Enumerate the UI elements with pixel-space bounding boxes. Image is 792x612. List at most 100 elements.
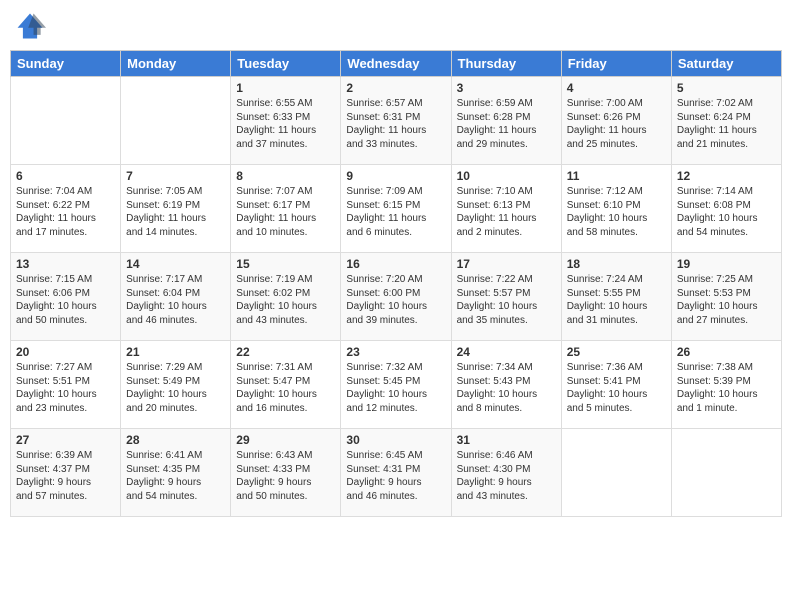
day-number: 21 xyxy=(126,345,225,359)
day-info: Sunrise: 7:29 AM Sunset: 5:49 PM Dayligh… xyxy=(126,361,225,415)
calendar-day-cell: 14 Sunrise: 7:17 AM Sunset: 6:04 PM Dayli… xyxy=(121,253,231,341)
day-number: 5 xyxy=(677,81,776,95)
day-number: 19 xyxy=(677,257,776,271)
calendar-day-cell: 20 Sunrise: 7:27 AM Sunset: 5:51 PM Dayli… xyxy=(11,341,121,429)
day-of-week-header: Sunday xyxy=(11,51,121,77)
day-info: Sunrise: 6:43 AM Sunset: 4:33 PM Dayligh… xyxy=(236,449,335,503)
day-info: Sunrise: 7:25 AM Sunset: 5:53 PM Dayligh… xyxy=(677,273,776,327)
day-number: 28 xyxy=(126,433,225,447)
calendar-day-cell: 10 Sunrise: 7:10 AM Sunset: 6:13 PM Dayli… xyxy=(451,165,561,253)
calendar-day-cell xyxy=(11,77,121,165)
day-of-week-header: Monday xyxy=(121,51,231,77)
calendar-day-cell: 9 Sunrise: 7:09 AM Sunset: 6:15 PM Daylig… xyxy=(341,165,451,253)
day-info: Sunrise: 7:24 AM Sunset: 5:55 PM Dayligh… xyxy=(567,273,666,327)
page-header xyxy=(10,10,782,42)
calendar-day-cell: 16 Sunrise: 7:20 AM Sunset: 6:00 PM Dayli… xyxy=(341,253,451,341)
calendar-day-cell: 23Sunrise: 7:32 AM Sunset: 5:45 PM Dayli… xyxy=(341,341,451,429)
calendar-week-row: 6 Sunrise: 7:04 AM Sunset: 6:22 PM Daylig… xyxy=(11,165,782,253)
day-info: Sunrise: 7:19 AM Sunset: 6:02 PM Dayligh… xyxy=(236,273,335,327)
calendar-day-cell: 11 Sunrise: 7:12 AM Sunset: 6:10 PM Dayli… xyxy=(561,165,671,253)
calendar-week-row: 27 Sunrise: 6:39 AM Sunset: 4:37 PM Dayli… xyxy=(11,429,782,517)
day-number: 11 xyxy=(567,169,666,183)
day-number: 27 xyxy=(16,433,115,447)
day-info: Sunrise: 6:41 AM Sunset: 4:35 PM Dayligh… xyxy=(126,449,225,503)
calendar-table: SundayMondayTuesdayWednesdayThursdayFrid… xyxy=(10,50,782,517)
day-info: Sunrise: 6:39 AM Sunset: 4:37 PM Dayligh… xyxy=(16,449,115,503)
day-number: 17 xyxy=(457,257,556,271)
calendar-day-cell: 28 Sunrise: 6:41 AM Sunset: 4:35 PM Dayli… xyxy=(121,429,231,517)
day-of-week-header: Friday xyxy=(561,51,671,77)
day-info: Sunrise: 6:57 AM Sunset: 6:31 PM Dayligh… xyxy=(346,97,445,151)
day-info: Sunrise: 6:46 AM Sunset: 4:30 PM Dayligh… xyxy=(457,449,556,503)
day-number: 3 xyxy=(457,81,556,95)
calendar-day-cell: 4Sunrise: 7:00 AM Sunset: 6:26 PM Daylig… xyxy=(561,77,671,165)
day-of-week-header: Wednesday xyxy=(341,51,451,77)
logo xyxy=(14,10,50,42)
calendar-day-cell: 30 Sunrise: 6:45 AM Sunset: 4:31 PM Dayli… xyxy=(341,429,451,517)
day-info: Sunrise: 6:55 AM Sunset: 6:33 PM Dayligh… xyxy=(236,97,335,151)
calendar-day-cell: 6 Sunrise: 7:04 AM Sunset: 6:22 PM Daylig… xyxy=(11,165,121,253)
calendar-day-cell: 13Sunrise: 7:15 AM Sunset: 6:06 PM Dayli… xyxy=(11,253,121,341)
calendar-day-cell: 5 Sunrise: 7:02 AM Sunset: 6:24 PM Daylig… xyxy=(671,77,781,165)
day-number: 10 xyxy=(457,169,556,183)
calendar-body: 1 Sunrise: 6:55 AM Sunset: 6:33 PM Daylig… xyxy=(11,77,782,517)
day-info: Sunrise: 7:07 AM Sunset: 6:17 PM Dayligh… xyxy=(236,185,335,239)
calendar-day-cell: 2 Sunrise: 6:57 AM Sunset: 6:31 PM Daylig… xyxy=(341,77,451,165)
calendar-day-cell: 29 Sunrise: 6:43 AM Sunset: 4:33 PM Dayli… xyxy=(231,429,341,517)
day-info: Sunrise: 7:22 AM Sunset: 5:57 PM Dayligh… xyxy=(457,273,556,327)
day-info: Sunrise: 7:27 AM Sunset: 5:51 PM Dayligh… xyxy=(16,361,115,415)
day-info: Sunrise: 7:00 AM Sunset: 6:26 PM Dayligh… xyxy=(567,97,666,151)
day-info: Sunrise: 7:04 AM Sunset: 6:22 PM Dayligh… xyxy=(16,185,115,239)
day-of-week-header: Saturday xyxy=(671,51,781,77)
calendar-day-cell: 27 Sunrise: 6:39 AM Sunset: 4:37 PM Dayli… xyxy=(11,429,121,517)
calendar-day-cell: 12 Sunrise: 7:14 AM Sunset: 6:08 PM Dayli… xyxy=(671,165,781,253)
day-info: Sunrise: 6:59 AM Sunset: 6:28 PM Dayligh… xyxy=(457,97,556,151)
day-info: Sunrise: 6:45 AM Sunset: 4:31 PM Dayligh… xyxy=(346,449,445,503)
day-number: 7 xyxy=(126,169,225,183)
calendar-day-cell xyxy=(121,77,231,165)
day-info: Sunrise: 7:31 AM Sunset: 5:47 PM Dayligh… xyxy=(236,361,335,415)
day-info: Sunrise: 7:17 AM Sunset: 6:04 PM Dayligh… xyxy=(126,273,225,327)
day-number: 18 xyxy=(567,257,666,271)
calendar-day-cell: 18 Sunrise: 7:24 AM Sunset: 5:55 PM Dayli… xyxy=(561,253,671,341)
day-info: Sunrise: 7:34 AM Sunset: 5:43 PM Dayligh… xyxy=(457,361,556,415)
day-number: 1 xyxy=(236,81,335,95)
day-number: 30 xyxy=(346,433,445,447)
day-number: 16 xyxy=(346,257,445,271)
day-number: 13 xyxy=(16,257,115,271)
day-number: 2 xyxy=(346,81,445,95)
calendar-day-cell: 24 Sunrise: 7:34 AM Sunset: 5:43 PM Dayli… xyxy=(451,341,561,429)
calendar-day-cell: 22 Sunrise: 7:31 AM Sunset: 5:47 PM Dayli… xyxy=(231,341,341,429)
day-info: Sunrise: 7:12 AM Sunset: 6:10 PM Dayligh… xyxy=(567,185,666,239)
calendar-day-cell: 3 Sunrise: 6:59 AM Sunset: 6:28 PM Daylig… xyxy=(451,77,561,165)
calendar-day-cell: 17 Sunrise: 7:22 AM Sunset: 5:57 PM Dayli… xyxy=(451,253,561,341)
day-number: 25 xyxy=(567,345,666,359)
day-number: 29 xyxy=(236,433,335,447)
day-info: Sunrise: 7:09 AM Sunset: 6:15 PM Dayligh… xyxy=(346,185,445,239)
calendar-day-cell: 1 Sunrise: 6:55 AM Sunset: 6:33 PM Daylig… xyxy=(231,77,341,165)
day-number: 12 xyxy=(677,169,776,183)
calendar-day-cell xyxy=(671,429,781,517)
day-info: Sunrise: 7:20 AM Sunset: 6:00 PM Dayligh… xyxy=(346,273,445,327)
day-number: 15 xyxy=(236,257,335,271)
calendar-day-cell: 8Sunrise: 7:07 AM Sunset: 6:17 PM Daylig… xyxy=(231,165,341,253)
day-info: Sunrise: 7:05 AM Sunset: 6:19 PM Dayligh… xyxy=(126,185,225,239)
day-number: 24 xyxy=(457,345,556,359)
calendar-day-cell: 19 Sunrise: 7:25 AM Sunset: 5:53 PM Dayli… xyxy=(671,253,781,341)
day-info: Sunrise: 7:14 AM Sunset: 6:08 PM Dayligh… xyxy=(677,185,776,239)
day-info: Sunrise: 7:32 AM Sunset: 5:45 PM Dayligh… xyxy=(346,361,445,415)
day-info: Sunrise: 7:02 AM Sunset: 6:24 PM Dayligh… xyxy=(677,97,776,151)
day-number: 14 xyxy=(126,257,225,271)
calendar-day-cell: 25 Sunrise: 7:36 AM Sunset: 5:41 PM Dayli… xyxy=(561,341,671,429)
day-number: 6 xyxy=(16,169,115,183)
day-number: 9 xyxy=(346,169,445,183)
calendar-day-cell: 21 Sunrise: 7:29 AM Sunset: 5:49 PM Dayli… xyxy=(121,341,231,429)
calendar-week-row: 20 Sunrise: 7:27 AM Sunset: 5:51 PM Dayli… xyxy=(11,341,782,429)
day-of-week-header: Tuesday xyxy=(231,51,341,77)
day-info: Sunrise: 7:10 AM Sunset: 6:13 PM Dayligh… xyxy=(457,185,556,239)
day-of-week-header: Thursday xyxy=(451,51,561,77)
day-number: 20 xyxy=(16,345,115,359)
day-info: Sunrise: 7:36 AM Sunset: 5:41 PM Dayligh… xyxy=(567,361,666,415)
day-info: Sunrise: 7:38 AM Sunset: 5:39 PM Dayligh… xyxy=(677,361,776,415)
day-number: 22 xyxy=(236,345,335,359)
